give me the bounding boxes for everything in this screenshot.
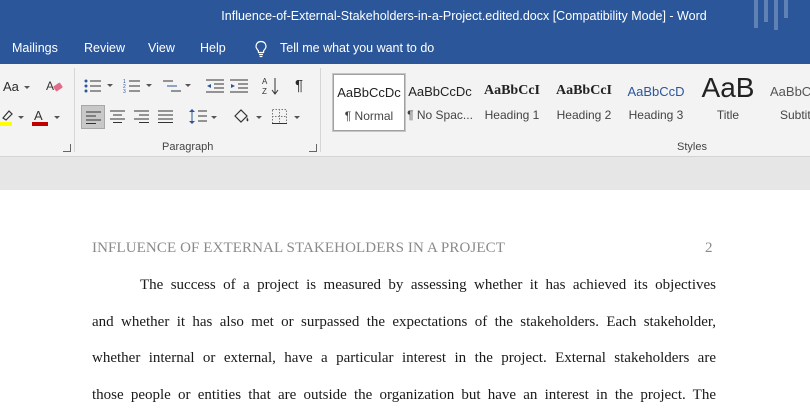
multilevel-list-icon[interactable] xyxy=(163,78,181,94)
tab-view[interactable]: View xyxy=(148,41,175,55)
chevron-down-icon xyxy=(54,116,60,119)
shading-icon[interactable] xyxy=(232,107,250,125)
tab-review[interactable]: Review xyxy=(84,41,125,55)
style-name: ¶ No Spac... xyxy=(407,108,473,122)
page-number: 2 xyxy=(705,240,713,256)
paragraph-group-label: Paragraph xyxy=(162,141,214,153)
clear-formatting-icon[interactable]: A xyxy=(46,78,64,94)
group-separator xyxy=(74,68,75,152)
style-preview: AaBbC xyxy=(770,84,810,99)
align-center-icon[interactable] xyxy=(110,110,125,123)
chevron-down-icon xyxy=(146,84,152,87)
word-window: Influence-of-External-Stakeholders-in-a-… xyxy=(0,0,810,417)
align-right-icon[interactable] xyxy=(134,110,149,123)
body-line[interactable]: those people or entities that are outsid… xyxy=(92,387,716,404)
window-title: Influence-of-External-Stakeholders-in-a-… xyxy=(221,9,707,23)
window-decoration xyxy=(754,0,796,32)
style-subtitle[interactable]: AaBbC Subtit xyxy=(764,74,810,131)
tab-mailings[interactable]: Mailings xyxy=(12,41,58,55)
font-color-icon[interactable]: A xyxy=(32,108,48,126)
style-heading-3[interactable]: AaBbCcD Heading 3 xyxy=(620,74,692,131)
styles-group-label: Styles xyxy=(677,141,707,153)
increase-indent-icon[interactable] xyxy=(230,78,248,94)
font-dialog-launcher[interactable] xyxy=(63,144,71,152)
tab-help[interactable]: Help xyxy=(200,41,226,55)
chevron-down-icon xyxy=(24,86,30,89)
pilcrow-icon[interactable]: ¶ xyxy=(295,78,303,93)
style-name: ¶ Normal xyxy=(344,109,394,123)
ribbon-home: Aa A A 1 2 3 A Z ¶ Paragraph AaBbCcDc ¶ … xyxy=(0,64,810,157)
sort-icon[interactable]: AZ xyxy=(262,76,280,96)
group-separator xyxy=(320,68,321,152)
align-left-button[interactable] xyxy=(81,105,105,129)
style-title[interactable]: AaB Title xyxy=(692,72,764,131)
style-heading-1[interactable]: AaBbCcI Heading 1 xyxy=(476,74,548,131)
style-preview: AaBbCcI xyxy=(483,83,540,98)
borders-icon[interactable] xyxy=(272,109,287,124)
body-line[interactable]: The success of a project is measured by … xyxy=(140,277,716,294)
style-name: Subtit xyxy=(780,108,810,122)
justify-icon[interactable] xyxy=(158,110,173,123)
svg-text:A: A xyxy=(46,79,54,93)
chevron-down-icon xyxy=(185,84,191,87)
align-left-icon xyxy=(86,111,101,124)
line-spacing-icon[interactable] xyxy=(189,108,207,125)
chevron-down-icon xyxy=(18,116,24,119)
numbering-icon[interactable]: 1 2 3 xyxy=(123,78,141,94)
style-name: Heading 1 xyxy=(484,108,540,122)
body-line[interactable]: and whether it has also met or surpassed… xyxy=(92,314,716,331)
svg-text:Z: Z xyxy=(262,87,267,96)
bullets-icon[interactable] xyxy=(84,78,102,94)
style-preview: AaBbCcDc xyxy=(337,85,401,100)
running-header: INFLUENCE OF EXTERNAL STAKEHOLDERS IN A … xyxy=(92,240,505,256)
style-preview: AaB xyxy=(701,72,755,103)
svg-text:A: A xyxy=(262,77,268,86)
style-name: Title xyxy=(716,108,740,122)
paragraph-dialog-launcher[interactable] xyxy=(309,144,317,152)
title-bar: Influence-of-External-Stakeholders-in-a-… xyxy=(0,0,810,33)
svg-text:A: A xyxy=(34,108,43,123)
chevron-down-icon xyxy=(211,116,217,119)
style-preview: AaBbCcDc xyxy=(408,84,472,99)
style-name: Heading 2 xyxy=(556,108,612,122)
chevron-down-icon xyxy=(256,116,262,119)
lightbulb-icon xyxy=(255,40,267,58)
document-canvas-gap xyxy=(0,158,810,190)
highlight-icon[interactable] xyxy=(0,108,16,126)
document-page[interactable]: INFLUENCE OF EXTERNAL STAKEHOLDERS IN A … xyxy=(0,190,810,417)
style-heading-2[interactable]: AaBbCcI Heading 2 xyxy=(548,74,620,131)
tell-me-text: Tell me what you want to do xyxy=(280,41,435,55)
ribbon-tabs: Mailings Review View Help Tell me what y… xyxy=(0,33,810,64)
svg-text:3: 3 xyxy=(123,89,126,94)
style-preview: AaBbCcD xyxy=(627,84,685,99)
decrease-indent-icon[interactable] xyxy=(206,78,224,94)
change-case-button[interactable]: Aa xyxy=(3,80,19,94)
style-no-spacing[interactable]: AaBbCcDc ¶ No Spac... xyxy=(404,74,476,131)
chevron-down-icon xyxy=(294,116,300,119)
chevron-down-icon xyxy=(107,84,113,87)
style-preview: AaBbCcI xyxy=(555,83,612,98)
body-line[interactable]: whether internal or external, have a par… xyxy=(92,350,716,367)
style-name: Heading 3 xyxy=(628,108,684,122)
style-normal[interactable]: AaBbCcDc ¶ Normal xyxy=(332,73,406,132)
